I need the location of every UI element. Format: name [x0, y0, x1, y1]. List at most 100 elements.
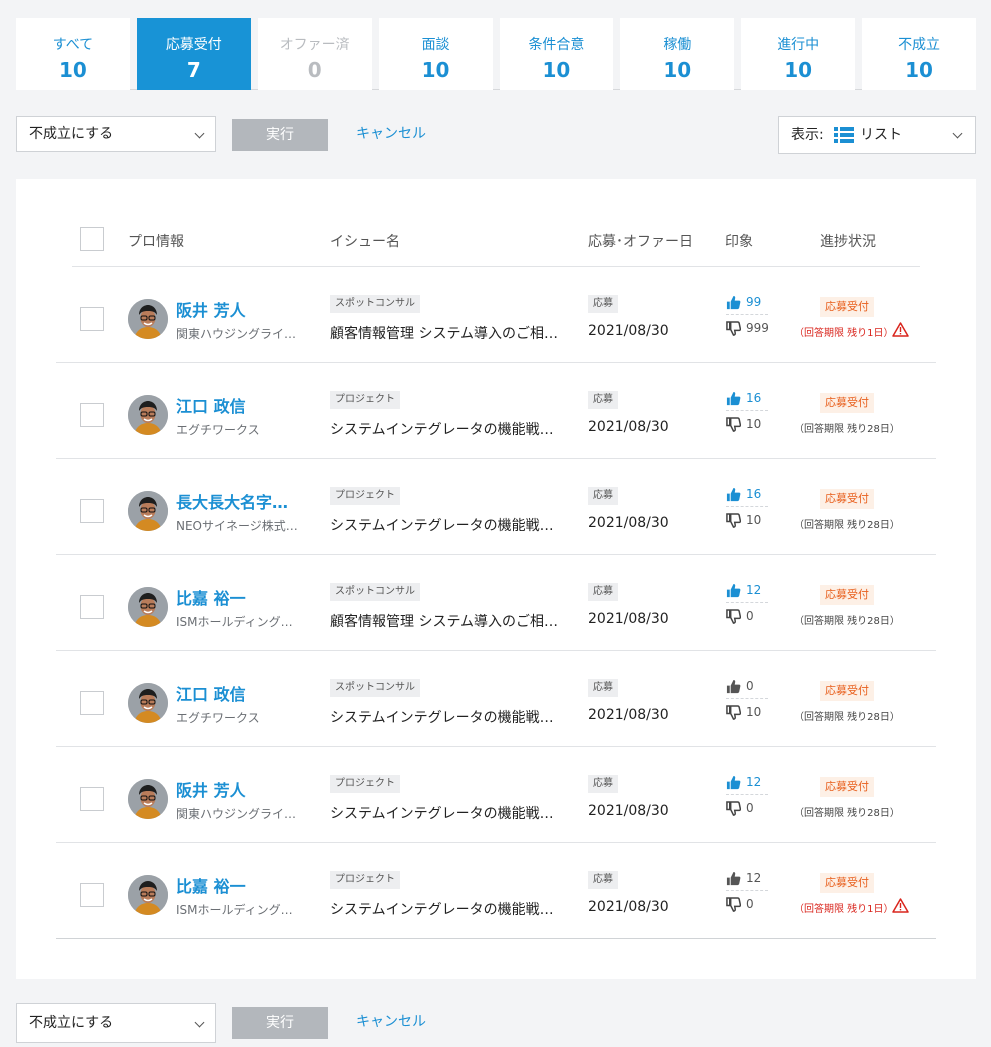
- thumbs-up-icon: [726, 679, 741, 694]
- application-type-tag: 応募: [588, 295, 618, 313]
- impression: 16 10: [726, 485, 768, 535]
- tab-4[interactable]: 条件合意 10: [499, 18, 614, 90]
- issue-name: 顧客情報管理 システム導入のご相…: [330, 326, 559, 342]
- avatar[interactable]: [128, 587, 168, 627]
- tab-2[interactable]: オファー済 0: [257, 18, 372, 90]
- tab-count: 10: [784, 58, 813, 82]
- avatar[interactable]: [128, 395, 168, 435]
- top-action-bar: 不成立にする 実行 キャンセル 表示: リスト: [16, 116, 976, 154]
- application-type-tag: 応募: [588, 487, 618, 505]
- status-badge: 応募受付: [820, 489, 874, 509]
- pro-name-link[interactable]: 阪井 芳人: [176, 777, 246, 801]
- row-checkbox[interactable]: [80, 883, 104, 907]
- avatar[interactable]: [128, 299, 168, 339]
- tab-7[interactable]: 不成立 10: [862, 18, 976, 90]
- status-badge: 応募受付: [820, 777, 874, 797]
- tab-5[interactable]: 稼働 10: [620, 18, 735, 90]
- likes: 16: [726, 389, 768, 411]
- tab-3[interactable]: 面談 10: [378, 18, 493, 90]
- thumbs-down-icon: [726, 513, 741, 528]
- avatar[interactable]: [128, 779, 168, 819]
- dislikes-count: 0: [746, 801, 754, 815]
- table-row: 江口 政信 エグチワークス プロジェクト システムインテグレータの機能戦… 応募 2021…: [56, 363, 936, 459]
- issue-type-tag: プロジェクト: [330, 871, 400, 889]
- row-checkbox[interactable]: [80, 595, 104, 619]
- table-header: プロ情報 イシュー名 応募･オファー日 印象 進捗状況: [72, 219, 920, 267]
- status-badge: 応募受付: [820, 681, 874, 701]
- thumbs-down-icon: [726, 417, 741, 432]
- row-checkbox[interactable]: [80, 787, 104, 811]
- row-checkbox[interactable]: [80, 499, 104, 523]
- tab-6[interactable]: 進行中 10: [741, 18, 856, 90]
- execute-button[interactable]: 実行: [232, 119, 328, 151]
- header-date: 応募･オファー日: [588, 234, 693, 250]
- likes-count: 12: [746, 775, 762, 789]
- bulk-action-select-bottom[interactable]: 不成立にする: [16, 1003, 216, 1043]
- row-checkbox[interactable]: [80, 691, 104, 715]
- thumbs-down-icon: [726, 609, 741, 624]
- tab-label: 稼働: [663, 37, 692, 53]
- likes-count: 12: [746, 583, 762, 597]
- impression: 16 10: [726, 389, 768, 439]
- pro-name-link[interactable]: 長大長大名字…: [176, 489, 288, 513]
- application-date: 2021/08/30: [588, 899, 669, 915]
- cancel-link-bottom[interactable]: キャンセル: [356, 1006, 426, 1038]
- tab-count: 10: [59, 58, 87, 82]
- pro-company: エグチワークス: [176, 711, 260, 725]
- tab-0[interactable]: すべて 10: [16, 18, 130, 90]
- application-type-tag: 応募: [588, 871, 618, 889]
- cancel-link[interactable]: キャンセル: [356, 118, 426, 150]
- select-all-checkbox[interactable]: [80, 227, 104, 251]
- thumbs-up-icon: [726, 487, 741, 502]
- avatar[interactable]: [128, 491, 168, 531]
- thumbs-up-icon: [726, 775, 741, 790]
- dislikes-count: 0: [746, 897, 754, 911]
- bulk-action-select-value: 不成立にする: [29, 126, 114, 142]
- tab-count: 0: [307, 58, 322, 82]
- pro-name-link[interactable]: 比嘉 裕一: [176, 585, 246, 609]
- pro-name-link[interactable]: 比嘉 裕一: [176, 873, 246, 897]
- dislikes: 10: [726, 415, 776, 435]
- response-deadline: （回答期限 残り1日）: [794, 328, 894, 339]
- pro-name-link[interactable]: 阪井 芳人: [176, 297, 246, 321]
- warning-triangle-icon: [892, 898, 909, 913]
- impression: 0 10: [726, 677, 768, 727]
- pro-company: 関東ハウジングライ…: [176, 807, 297, 821]
- row-checkbox[interactable]: [80, 403, 104, 427]
- application-date: 2021/08/30: [588, 419, 669, 435]
- likes: 0: [726, 677, 768, 699]
- thumbs-down-icon: [726, 705, 741, 720]
- bulk-action-select[interactable]: 不成立にする: [16, 116, 216, 152]
- chevron-down-icon: [952, 128, 963, 139]
- tab-1[interactable]: 応募受付 7: [136, 18, 251, 90]
- table-row: 阪井 芳人 関東ハウジングライ… スポットコンサル 顧客情報管理 システム導入のご相……: [56, 267, 936, 363]
- dislikes: 0: [726, 607, 776, 627]
- dislikes: 10: [726, 511, 776, 531]
- application-date: 2021/08/30: [588, 611, 669, 627]
- response-deadline: （回答期限 残り28日）: [794, 712, 900, 723]
- impression: 12 0: [726, 581, 768, 631]
- view-mode-select[interactable]: 表示: リスト: [778, 116, 976, 154]
- execute-button-bottom[interactable]: 実行: [232, 1007, 328, 1039]
- pro-name-link[interactable]: 江口 政信: [176, 393, 246, 417]
- likes-count: 16: [746, 391, 762, 405]
- chevron-down-icon: [194, 1017, 205, 1028]
- tab-label: 進行中: [777, 37, 820, 53]
- likes-count: 12: [746, 871, 762, 885]
- application-date: 2021/08/30: [588, 323, 669, 339]
- avatar[interactable]: [128, 875, 168, 915]
- thumbs-up-icon: [726, 583, 741, 598]
- view-mode-value: リスト: [860, 127, 902, 143]
- row-checkbox[interactable]: [80, 307, 104, 331]
- impression: 99 999: [726, 293, 769, 343]
- status-tabs: すべて 10 応募受付 7 オファー済 0 面談 10 条件合意 10 稼働 10 進行中 10 不成立 10: [16, 18, 976, 90]
- view-label: 表示:: [791, 127, 824, 143]
- bottom-action-bar: 不成立にする 実行 キャンセル: [16, 1003, 976, 1043]
- avatar[interactable]: [128, 683, 168, 723]
- issue-type-tag: プロジェクト: [330, 391, 400, 409]
- pro-company: エグチワークス: [176, 423, 260, 437]
- list-icon: [834, 127, 854, 143]
- pro-name-link[interactable]: 江口 政信: [176, 681, 246, 705]
- impression: 12 0: [726, 869, 768, 919]
- dislikes: 0: [726, 895, 776, 915]
